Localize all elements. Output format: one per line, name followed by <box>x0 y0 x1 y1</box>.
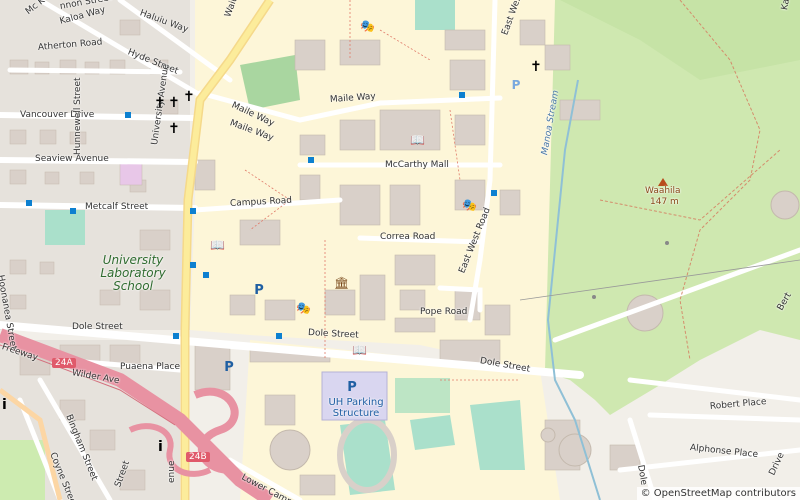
info-icon[interactable]: i <box>158 440 163 454</box>
round-building-4 <box>558 433 592 467</box>
church-icon[interactable]: ✝ <box>154 96 166 110</box>
street-label-hunnewell-street: Hunnewell Street <box>73 77 83 155</box>
street-label-vancouver-drive: Vancouver Drive <box>20 110 95 120</box>
street-label-pope-road: Pope Road <box>420 307 468 317</box>
route-shield-24a: 24A <box>52 358 76 368</box>
street-label-university-avenue-lower: enue <box>167 460 177 483</box>
street-label-metcalf-street: Metcalf Street <box>85 202 149 212</box>
museum-icon[interactable]: 🏛 <box>334 277 349 289</box>
round-building-2 <box>770 190 800 220</box>
church-icon[interactable]: ✝ <box>183 90 195 104</box>
theatre-icon[interactable]: 🎭 <box>462 199 477 211</box>
street-label-dole-street-west: Dole Street <box>72 322 123 332</box>
street-label-correa-road: Correa Road <box>380 232 436 242</box>
map-attribution[interactable]: © OpenStreetMap contributors <box>636 487 800 500</box>
place-label-university-lab-school: University Laboratory School <box>100 253 166 293</box>
theatre-icon[interactable]: 🎭 <box>296 302 311 314</box>
peak-label-waahila: Waahila <box>645 186 681 196</box>
route-shield-24b: 24B <box>186 452 210 462</box>
library-icon[interactable]: 📖 <box>352 344 367 356</box>
library-icon[interactable]: 📖 <box>210 239 225 251</box>
round-building-5 <box>540 427 556 443</box>
parking-icon[interactable]: P <box>343 380 361 396</box>
place-label-uh-parking-structure: UH Parking Structure <box>328 397 384 419</box>
pitch-north <box>415 0 455 30</box>
church-icon[interactable]: ✝ <box>530 60 542 74</box>
parking-icon[interactable]: P <box>222 360 236 376</box>
tennis-courts <box>395 378 450 413</box>
street-label-seaview-avenue: Seaview Avenue <box>35 154 109 164</box>
round-building-3 <box>269 429 311 471</box>
library-icon[interactable]: 📖 <box>410 134 425 146</box>
peak-label-elevation: 147 m <box>650 197 679 207</box>
info-icon[interactable]: i <box>2 398 7 412</box>
map-canvas[interactable]: Mc K nnon Street Kaloa Way Haluiu Way Wa… <box>0 0 800 500</box>
pitch-south <box>410 415 455 450</box>
school-field <box>45 210 85 245</box>
church-icon[interactable]: ✝ <box>168 96 180 110</box>
street-label-mccarthy-mall: McCarthy Mall <box>385 160 449 170</box>
church-icon[interactable]: ✝ <box>168 122 180 136</box>
street-label-puaena-place: Puaena Place <box>120 362 181 372</box>
parking-icon[interactable]: P <box>510 78 522 92</box>
theatre-icon[interactable]: 🎭 <box>360 20 375 32</box>
parking-icon[interactable]: P <box>252 283 266 299</box>
map-base-layer <box>0 0 800 500</box>
